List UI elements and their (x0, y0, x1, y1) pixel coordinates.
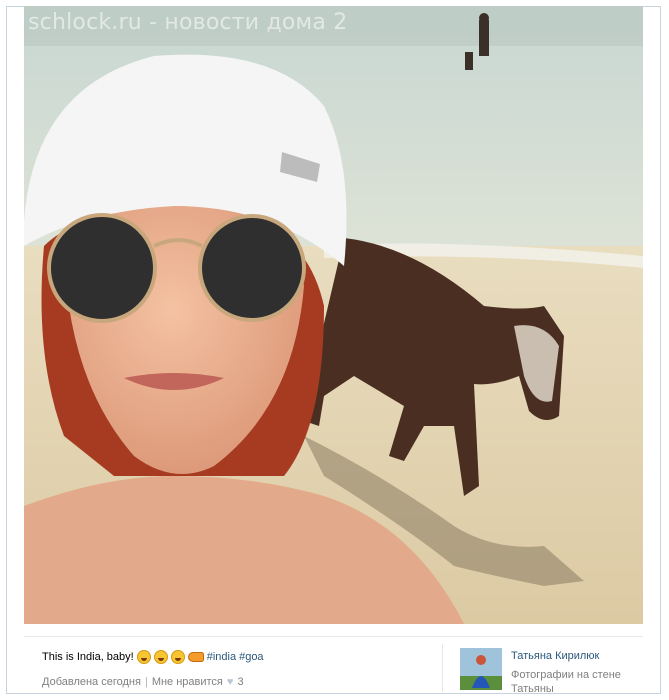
like-button[interactable]: Мне нравится (152, 676, 223, 688)
hashtag-india-link[interactable]: #india (207, 651, 236, 663)
beach-selfie-image (24, 6, 643, 624)
added-date-label[interactable]: Добавлена сегодня (42, 676, 141, 688)
post-photo[interactable] (24, 6, 643, 624)
avatar-photo-icon (460, 648, 502, 690)
heart-icon[interactable]: ♥ (227, 676, 234, 688)
author-subtitle: Фотографии на стене Татьяны (511, 669, 621, 695)
like-count: 3 (237, 676, 244, 688)
laughing-tears-emoji-icon (170, 650, 185, 664)
tiger-emoji-icon (187, 652, 204, 662)
author-name-link[interactable]: Татьяна Кирилюк (511, 650, 599, 662)
footer-divider (24, 636, 643, 637)
watermark-text: schlock.ru - новости дома 2 (28, 10, 348, 35)
laughing-tears-emoji-icon (153, 650, 168, 664)
post-meta: Добавлена сегодня | Мне нравится ♥ 3 (42, 676, 244, 688)
laughing-tears-emoji-icon (136, 650, 151, 664)
footer-vertical-divider (442, 644, 443, 692)
caption-text: This is India, baby! (42, 651, 134, 663)
meta-separator: | (144, 676, 148, 688)
author-avatar[interactable] (460, 648, 502, 690)
hashtag-goa-link[interactable]: #goa (239, 651, 263, 663)
post-caption: This is India, baby! #india #goa (42, 650, 264, 664)
